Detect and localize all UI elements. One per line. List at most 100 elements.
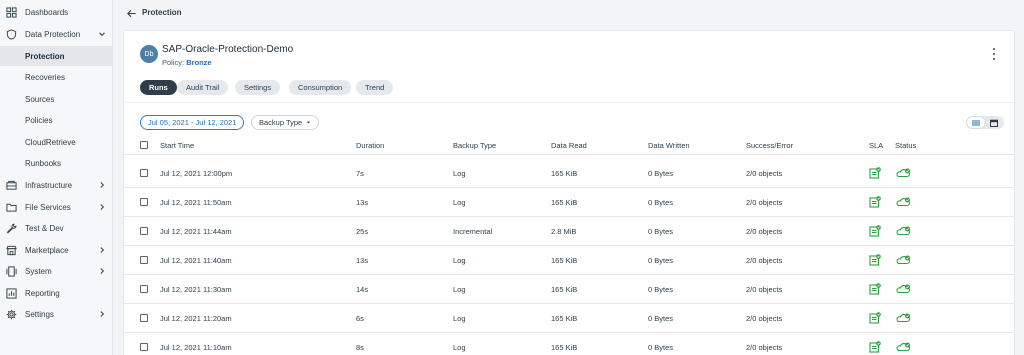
column-header-duration[interactable]: Duration <box>356 141 384 150</box>
table-row[interactable]: Jul 12, 2021 12:00pm 7s Log 165 KiB 0 By… <box>124 159 1014 188</box>
backup-type-cell: Log <box>453 314 466 323</box>
sla-met-icon <box>869 254 881 266</box>
tab-settings[interactable]: Settings <box>235 80 281 95</box>
sidebar-item-label: System <box>25 266 52 276</box>
select-all-checkbox[interactable] <box>140 141 148 149</box>
sla-met-icon <box>869 283 881 295</box>
table-row[interactable]: Jul 12, 2021 11:20am 6s Log 165 KiB 0 By… <box>124 304 1014 333</box>
sidebar-item-label: Sources <box>25 94 55 104</box>
tab-consumption[interactable]: Consumption <box>289 80 352 95</box>
column-header-start-time[interactable]: Start Time <box>160 141 194 150</box>
sidebar-item-recoveries[interactable]: Recoveries <box>0 67 113 87</box>
data-written-cell: 0 Bytes <box>648 314 674 323</box>
table-row[interactable]: Jul 12, 2021 11:50am 13s Log 165 KiB 0 B… <box>124 188 1014 217</box>
date-range-filter[interactable]: Jul 05, 2021 - Jul 12, 2021 <box>140 115 245 130</box>
protection-detail-card: Db SAP-Oracle-Protection-Demo Policy: Br… <box>123 30 1015 355</box>
backup-type-cell: Log <box>453 343 466 352</box>
row-checkbox[interactable] <box>140 198 148 206</box>
row-checkbox[interactable] <box>140 256 148 264</box>
sidebar-item-settings[interactable]: Settings <box>0 304 113 324</box>
data-written-cell: 0 Bytes <box>648 285 674 294</box>
duration-cell: 13s <box>356 198 369 207</box>
table-row[interactable]: Jul 12, 2021 11:40am 13s Log 165 KiB 0 B… <box>124 246 1014 275</box>
data-written-cell: 0 Bytes <box>648 169 674 178</box>
sla-met-icon <box>869 341 881 353</box>
row-checkbox[interactable] <box>140 343 148 351</box>
column-header-status: Status <box>895 141 917 150</box>
duration-cell: 8s <box>356 343 364 352</box>
sidebar-item-protection[interactable]: Protection <box>0 46 113 66</box>
row-checkbox[interactable] <box>140 169 148 177</box>
start-time-cell[interactable]: Jul 12, 2021 12:00pm <box>160 169 232 178</box>
sla-met-icon <box>869 225 881 237</box>
chevron-right-icon <box>100 268 105 274</box>
success-error-cell: 2/0 objects <box>746 285 783 294</box>
backup-type-cell: Log <box>453 169 466 178</box>
start-time-cell[interactable]: Jul 12, 2021 11:44am <box>160 227 232 236</box>
sidebar-item-dashboards[interactable]: Dashboards <box>0 2 113 22</box>
sidebar: Dashboards Data Protection Protection Re… <box>0 0 113 355</box>
sidebar-item-data-protection[interactable]: Data Protection <box>0 24 113 44</box>
row-checkbox[interactable] <box>140 285 148 293</box>
page-title: SAP-Oracle-Protection-Demo <box>162 44 294 55</box>
sidebar-item-runbooks[interactable]: Runbooks <box>0 153 113 173</box>
column-header-data-written[interactable]: Data Written <box>648 141 690 150</box>
data-written-cell: 0 Bytes <box>648 198 674 207</box>
sidebar-item-policies[interactable]: Policies <box>0 110 113 130</box>
sidebar-item-label: Marketplace <box>25 245 69 255</box>
tab-trend[interactable]: Trend <box>356 80 394 95</box>
table-row[interactable]: Jul 12, 2021 11:10am 8s Log 165 KiB 0 By… <box>124 333 1014 355</box>
tab-audit-trail[interactable]: Audit Trail <box>177 80 229 95</box>
reporting-icon <box>6 287 17 299</box>
table-row[interactable]: Jul 12, 2021 11:30am 14s Log 165 KiB 0 B… <box>124 275 1014 304</box>
more-actions-icon[interactable] <box>990 47 998 61</box>
start-time-cell[interactable]: Jul 12, 2021 11:10am <box>160 343 232 352</box>
column-header-backup-type[interactable]: Backup Type <box>453 141 496 150</box>
success-error-cell: 2/0 objects <box>746 169 783 178</box>
sidebar-item-label: Recoveries <box>25 72 66 82</box>
list-view-icon[interactable] <box>967 117 985 128</box>
calendar-view-icon[interactable] <box>985 117 1003 128</box>
chevron-down-icon <box>307 121 311 124</box>
row-checkbox[interactable] <box>140 227 148 235</box>
sidebar-item-label: Dashboards <box>25 7 69 17</box>
row-checkbox[interactable] <box>140 314 148 322</box>
sidebar-item-file-services[interactable]: File Services <box>0 197 113 217</box>
success-status-icon <box>896 197 911 207</box>
breadcrumb-protection[interactable]: Protection <box>142 8 182 17</box>
start-time-cell[interactable]: Jul 12, 2021 11:40am <box>160 256 232 265</box>
chevron-right-icon <box>100 182 105 188</box>
tab-runs[interactable]: Runs <box>140 80 177 95</box>
start-time-cell[interactable]: Jul 12, 2021 11:30am <box>160 285 232 294</box>
sidebar-item-test-dev[interactable]: Test & Dev <box>0 218 113 238</box>
sidebar-item-label: Settings <box>25 309 54 319</box>
column-header-success-error[interactable]: Success/Error <box>746 141 793 150</box>
backup-type-filter[interactable]: Backup Type <box>251 115 320 130</box>
data-read-cell: 165 KiB <box>551 285 578 294</box>
table-row[interactable]: Jul 12, 2021 11:44am 25s Incremental 2.8… <box>124 217 1014 246</box>
backup-type-cell: Log <box>453 198 466 207</box>
start-time-cell[interactable]: Jul 12, 2021 11:50am <box>160 198 232 207</box>
data-read-cell: 165 KiB <box>551 343 578 352</box>
sidebar-item-label: Policies <box>25 115 53 125</box>
sidebar-item-marketplace[interactable]: Marketplace <box>0 240 113 260</box>
chevron-right-icon <box>100 204 105 210</box>
sidebar-item-label: Infrastructure <box>25 180 73 190</box>
sidebar-item-infrastructure[interactable]: Infrastructure <box>0 175 113 195</box>
sidebar-item-cloudretrieve[interactable]: CloudRetrieve <box>0 132 113 152</box>
data-read-cell: 165 KiB <box>551 198 578 207</box>
view-toggle[interactable] <box>966 116 1004 129</box>
sidebar-item-sources[interactable]: Sources <box>0 89 113 109</box>
back-arrow-icon[interactable] <box>126 8 137 19</box>
chevron-down-icon <box>99 32 105 37</box>
start-time-cell[interactable]: Jul 12, 2021 11:20am <box>160 314 232 323</box>
column-header-data-read[interactable]: Data Read <box>551 141 587 150</box>
gear-icon <box>6 309 17 319</box>
column-header-sla: SLA <box>869 141 884 150</box>
success-status-icon <box>896 255 911 265</box>
sidebar-item-reporting[interactable]: Reporting <box>0 283 113 303</box>
policy-link[interactable]: Bronze <box>186 58 211 67</box>
success-status-icon <box>896 342 911 352</box>
sidebar-item-label: Reporting <box>25 288 60 298</box>
sidebar-item-system[interactable]: System <box>0 261 113 281</box>
